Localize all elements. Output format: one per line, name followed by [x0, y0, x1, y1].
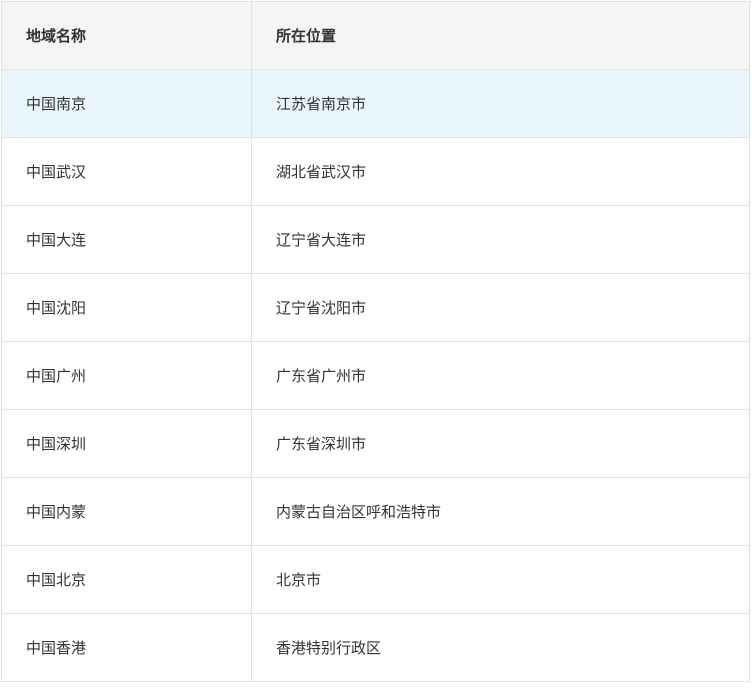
region-cell: 中国香港 — [1, 613, 252, 682]
table-header: 地域名称 所在位置 — [1, 1, 750, 70]
region-cell: 中国广州 — [1, 341, 252, 410]
location-cell: 辽宁省大连市 — [251, 205, 750, 274]
table-row[interactable]: 中国香港 香港特别行政区 — [1, 613, 750, 682]
region-cell: 中国南京 — [1, 69, 252, 138]
location-cell: 香港特别行政区 — [251, 613, 750, 682]
table-row[interactable]: 中国武汉 湖北省武汉市 — [1, 137, 750, 206]
region-cell: 中国北京 — [1, 545, 252, 614]
header-location: 所在位置 — [251, 1, 750, 70]
table-row[interactable]: 中国南京 江苏省南京市 — [1, 69, 750, 138]
location-cell: 湖北省武汉市 — [251, 137, 750, 206]
region-table: 地域名称 所在位置 中国南京 江苏省南京市 中国武汉 湖北省武汉市 中国大连 辽… — [1, 1, 750, 682]
region-cell: 中国大连 — [1, 205, 252, 274]
table-row[interactable]: 中国广州 广东省广州市 — [1, 341, 750, 410]
location-cell: 广东省深圳市 — [251, 409, 750, 478]
location-cell: 北京市 — [251, 545, 750, 614]
location-cell: 江苏省南京市 — [251, 69, 750, 138]
region-cell: 中国武汉 — [1, 137, 252, 206]
region-cell: 中国深圳 — [1, 409, 252, 478]
location-cell: 内蒙古自治区呼和浩特市 — [251, 477, 750, 546]
location-cell: 辽宁省沈阳市 — [251, 273, 750, 342]
table-body: 中国南京 江苏省南京市 中国武汉 湖北省武汉市 中国大连 辽宁省大连市 中国沈阳… — [1, 69, 750, 682]
table-row[interactable]: 中国沈阳 辽宁省沈阳市 — [1, 273, 750, 342]
location-cell: 广东省广州市 — [251, 341, 750, 410]
table-row[interactable]: 中国北京 北京市 — [1, 545, 750, 614]
table-row[interactable]: 中国大连 辽宁省大连市 — [1, 205, 750, 274]
table-row[interactable]: 中国深圳 广东省深圳市 — [1, 409, 750, 478]
table-row[interactable]: 中国内蒙 内蒙古自治区呼和浩特市 — [1, 477, 750, 546]
region-cell: 中国沈阳 — [1, 273, 252, 342]
header-row: 地域名称 所在位置 — [1, 1, 750, 70]
region-cell: 中国内蒙 — [1, 477, 252, 546]
header-region-name: 地域名称 — [1, 1, 252, 70]
